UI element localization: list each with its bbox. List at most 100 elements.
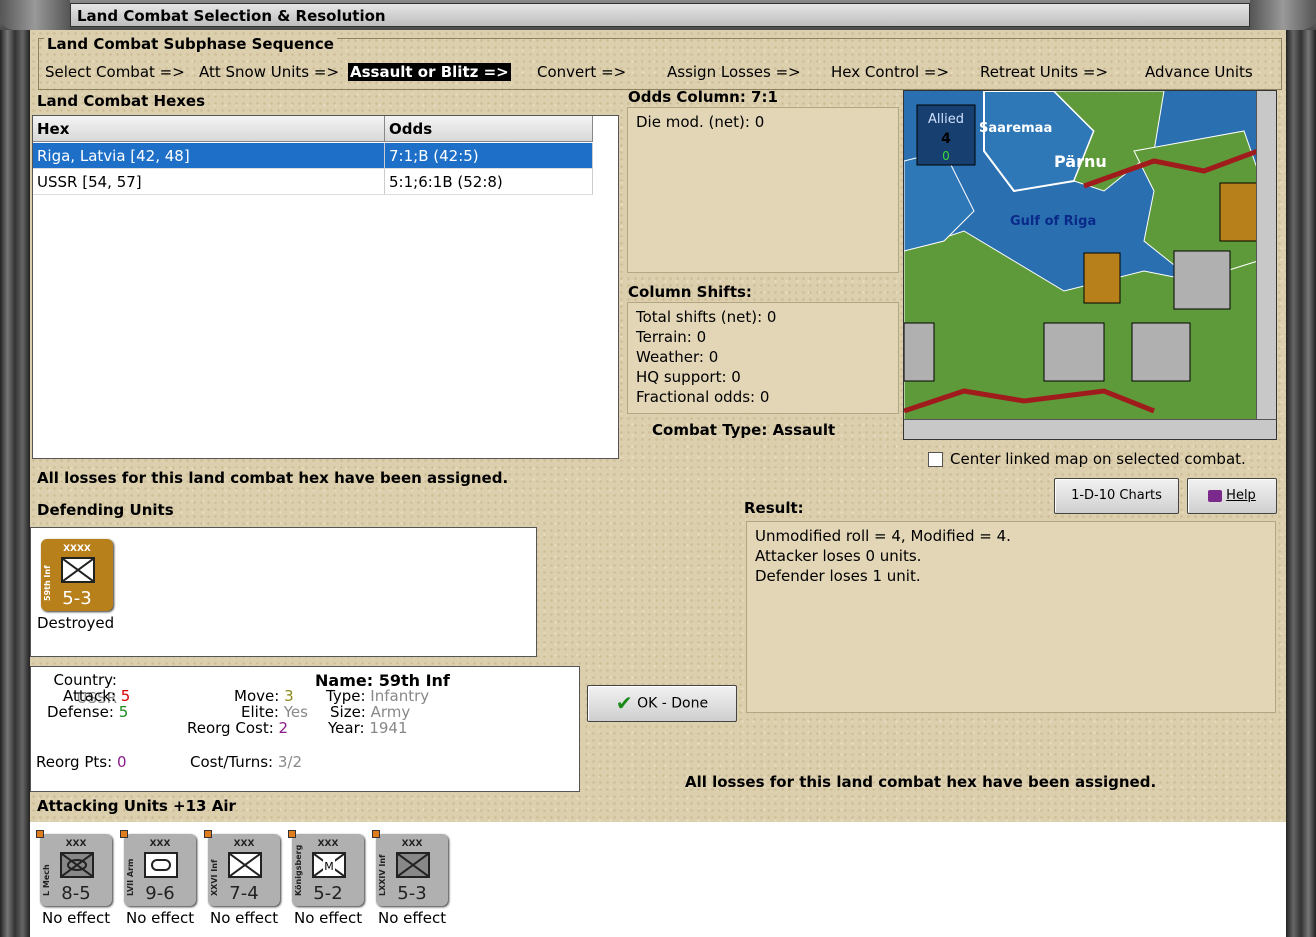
checkmark-icon: ✔ [615,691,633,715]
map-unit-stuka[interactable] [1131,322,1191,382]
status-marker-icon [36,830,44,838]
ok-done-label: OK - Done [637,695,709,712]
map-allied-count: 4 [941,131,951,147]
unit-strength: 5-3 [397,883,427,904]
attacking-unit-status: No effect [126,909,195,927]
reorg-pts-row: Reorg Pts: 0 [36,753,127,771]
svg-text:M: M [324,860,334,873]
map-label-gulf: Gulf of Riga [1010,214,1096,229]
step-convert: Convert => [537,63,627,81]
losses-message-bottom: All losses for this land combat hex have… [685,773,1157,791]
infantry-icon [228,852,262,878]
attacking-unit-counter[interactable]: XXX Königsberg M 5-2 [288,830,364,906]
hexes-title: Land Combat Hexes [37,92,206,110]
map-unit-konigsberg[interactable] [1043,322,1105,382]
hq-support-shift: HQ support: 0 [636,368,741,386]
attacking-unit-counter[interactable]: XXX XXVI Inf 7-4 [204,830,280,906]
result-roll: Unmodified roll = 4, Modified = 4. [755,527,1011,545]
combat-type-label: Combat Type: [652,421,768,439]
map-unit-defender[interactable] [1083,252,1121,304]
armor-icon [144,852,178,878]
hexes-list[interactable]: Hex Odds Riga, Latvia [42, 48] 7:1;B (42… [32,115,619,459]
attacking-unit-status: No effect [42,909,111,927]
window-frame-left [0,30,30,937]
help-label: Help [1226,488,1256,503]
col-hex-header[interactable]: Hex [33,116,385,142]
reorg-pts-value: 0 [116,753,127,771]
table-row[interactable]: USSR [54, 57] 5:1;6:1B (52:8) [33,169,593,195]
attacking-units-box[interactable]: XXX L Mech 8-5 No effect XXX LVII Arm 9-… [30,822,1286,937]
odds-cell: 5:1;6:1B (52:8) [385,169,593,195]
charts-button[interactable]: 1-D-10 Charts [1054,478,1179,514]
status-marker-icon [120,830,128,838]
defending-unit-counter[interactable]: XXXX 59th Inf 5-3 [41,539,113,611]
hex-cell: USSR [54, 57] [33,169,385,195]
map-canvas[interactable]: Allied 4 0 Saaremaa Pärnu Gulf of Riga [904,91,1259,422]
attacking-unit-status: No effect [294,909,363,927]
defending-units-box[interactable]: XXXX 59th Inf 5-3 Destroyed [30,527,537,657]
window-frame-right [1286,30,1316,937]
attacking-unit-counter[interactable]: XXX LXXIV Inf 5-3 [372,830,448,906]
weather-shift: Weather: 0 [636,348,719,366]
table-row[interactable]: Riga, Latvia [42, 48] 7:1;B (42:5) [33,143,593,169]
step-select-combat: Select Combat => [45,63,185,81]
shifts-title: Column Shifts: [628,283,752,301]
cost-turns-row: Cost/Turns: 3/2 [190,753,302,771]
map-horizontal-scrollbar[interactable] [904,419,1276,439]
attacking-title: Attacking Units +13 Air [37,797,236,815]
fractional-odds-shift: Fractional odds: 0 [636,388,770,406]
status-marker-icon [372,830,380,838]
window-title: Land Combat Selection & Resolution [70,3,1250,27]
dialog-client: Land Combat Subphase Sequence Select Com… [30,30,1286,937]
odds-cell: 7:1;B (42:5) [385,143,593,169]
map-unit-air[interactable] [1173,250,1231,310]
map-allied-label: Allied [928,112,964,127]
defense-value: 5 [118,703,129,721]
step-assign-losses: Assign Losses => [667,63,801,81]
shifts-panel: Total shifts (net): 0 Terrain: 0 Weather… [627,302,899,414]
mini-map[interactable]: Allied 4 0 Saaremaa Pärnu Gulf of Riga [903,90,1277,440]
unit-info-panel: Country: USSR Attack: 5 Defense: 5 Reorg… [30,666,580,792]
sequence-title: Land Combat Subphase Sequence [44,35,337,53]
defending-unit-status: Destroyed [37,614,115,632]
help-book-icon [1208,489,1223,502]
map-unit-edge[interactable] [904,322,935,382]
unit-strength: 5-3 [62,588,92,609]
terrain-shift: Terrain: 0 [636,328,707,346]
map-unit-inf-arm[interactable] [1219,182,1259,242]
year-row: Year: 1941 [328,719,408,737]
reorg-cost-row: Reorg Cost: 2 [187,719,289,737]
col-odds-header[interactable]: Odds [385,116,593,142]
mech-infantry-icon [60,852,94,878]
result-attacker: Attacker loses 0 units. [755,547,922,565]
hexes-header: Hex Odds [33,116,593,142]
map-allied-sub: 0 [942,149,950,163]
window-controls[interactable] [1250,0,1316,30]
map-label-parnu: Pärnu [1054,152,1107,171]
combat-type: Combat Type: Assault [652,421,835,439]
ok-done-button[interactable]: ✔ OK - Done [587,685,737,722]
unit-strength: 9-6 [145,883,175,904]
combat-type-value: Assault [772,421,836,439]
step-assault-or-blitz: Assault or Blitz => [348,63,511,81]
infantry-icon [61,557,95,583]
result-panel: Unmodified roll = 4, Modified = 4. Attac… [746,521,1276,713]
center-linked-label: Center linked map on selected combat. [950,450,1246,468]
attacking-unit-status: No effect [378,909,447,927]
result-title: Result: [744,499,804,517]
step-retreat-units: Retreat Units => [980,63,1109,81]
defense-row: Defense: 5 [47,703,129,721]
attacking-unit-counter[interactable]: XXX L Mech 8-5 [36,830,112,906]
result-defender: Defender loses 1 unit. [755,567,921,585]
hex-cell: Riga, Latvia [42, 48] [33,143,385,169]
window-menu-icon[interactable] [0,0,70,30]
help-button[interactable]: Help [1187,478,1277,514]
map-vertical-scrollbar[interactable] [1256,91,1276,421]
status-marker-icon [288,830,296,838]
attacking-unit-counter[interactable]: XXX LVII Arm 9-6 [120,830,196,906]
losses-message-top: All losses for this land combat hex have… [37,469,509,487]
center-linked-checkbox[interactable] [928,452,943,467]
reorg-cost-value: 2 [278,719,289,737]
unit-strength: 5-2 [313,883,343,904]
unit-strength: 7-4 [229,883,259,904]
